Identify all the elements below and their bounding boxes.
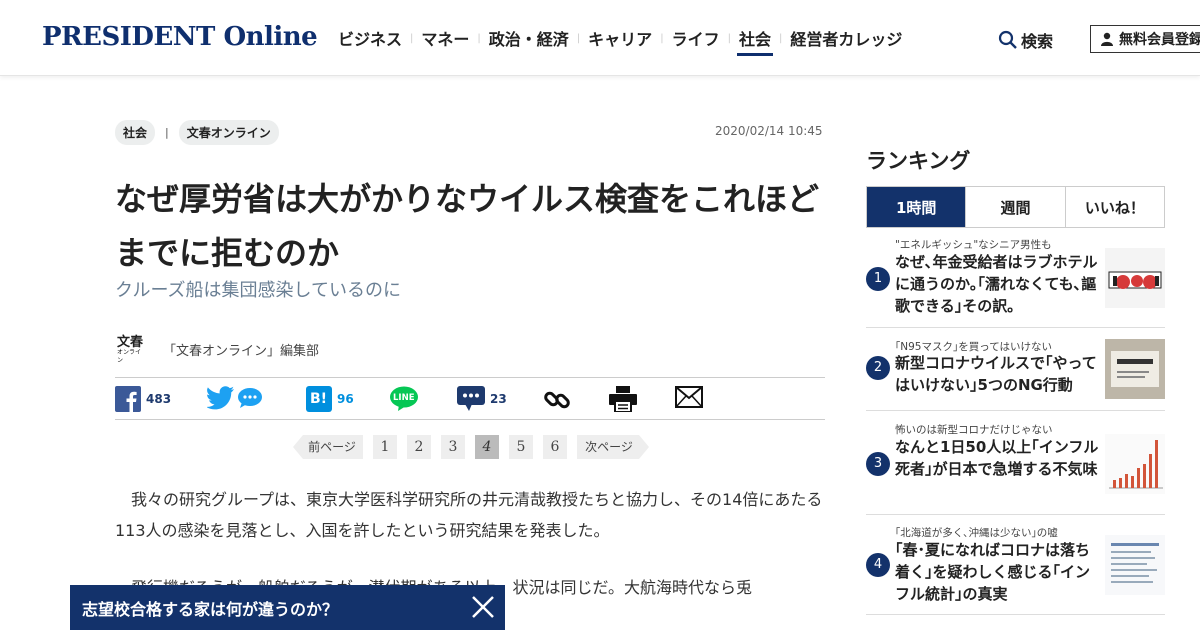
site-logo[interactable]: PRESIDENT Online xyxy=(42,22,318,52)
search-icon xyxy=(998,30,1017,49)
rank-kicker: "エネルギッシュ"なシニア男性も xyxy=(895,239,1052,251)
line-share-button[interactable]: LINE xyxy=(389,386,419,412)
tab-1hour[interactable]: 1時間 xyxy=(867,187,966,227)
hotel-sign-image xyxy=(1105,248,1165,308)
nav-item-politics-economy[interactable]: 政治・経済 xyxy=(481,0,577,76)
rank-headline: ｢春･夏になればコロナは落ち着く｣を疑わしく感じる｢インフル統計｣の真実 xyxy=(895,541,1091,603)
next-page-button[interactable]: 次ページ xyxy=(577,435,649,459)
speech-bubble-icon xyxy=(238,388,262,408)
hatena-count: 96 xyxy=(337,392,354,406)
hatena-label: B! xyxy=(310,391,328,407)
article-subtitle: クルーズ船は集団感染しているのに xyxy=(115,280,402,301)
comment-button[interactable]: 23 xyxy=(457,386,507,412)
closed-sign-image xyxy=(1105,339,1165,399)
user-icon xyxy=(1101,32,1113,46)
author-block: 文春 オンライン 「文春オンライン」編集部 xyxy=(117,335,319,364)
page-link[interactable]: 2 xyxy=(407,435,431,459)
facebook-share-button[interactable]: 483 xyxy=(115,386,171,412)
tab-weekly[interactable]: 週間 xyxy=(965,187,1064,227)
facebook-count: 483 xyxy=(146,392,172,406)
print-button[interactable] xyxy=(609,386,637,412)
nav-item-career[interactable]: キャリア xyxy=(580,0,660,76)
rank-kicker: ｢北海道が多く､沖縄は少ない｣の嘘 xyxy=(895,527,1058,539)
nav-item-executive-college[interactable]: 経営者カレッジ xyxy=(782,0,910,76)
page-link[interactable]: 6 xyxy=(543,435,567,459)
line-label: LINE xyxy=(393,393,415,403)
page-link[interactable]: 5 xyxy=(509,435,533,459)
register-button[interactable]: 無料会員登録 xyxy=(1090,25,1200,53)
promo-banner[interactable]: 志望校合格する家は何が違うのか？ xyxy=(70,585,505,630)
page-link[interactable]: 3 xyxy=(441,435,465,459)
rank-kicker: 怖いのは新型コロナだけじゃない xyxy=(895,424,1053,436)
ranking-item[interactable]: 1 "エネルギッシュ"なシニア男性も なぜ､年金受給者はラブホテルに通うのか｡｢… xyxy=(866,230,1165,328)
rank-headline: なんと1日50人以上｢インフル死者｣が日本で急増する不気味 xyxy=(895,438,1099,478)
prev-page-button[interactable]: 前ページ xyxy=(293,435,363,459)
article-paragraph: 我々の研究グループは、東京大学医科学研究所の井元清哉教授たちと協力し、その14倍… xyxy=(115,490,823,540)
nav-item-society[interactable]: 社会 xyxy=(731,0,779,76)
author-logo-top: 文春 xyxy=(117,335,144,350)
copy-link-button[interactable] xyxy=(543,386,571,414)
rank-thumbnail xyxy=(1105,339,1165,399)
printer-icon xyxy=(609,386,637,412)
twitter-icon xyxy=(207,386,234,410)
site-header: PRESIDENT Online ビジネス | マネー | 政治・経済 | キャ… xyxy=(0,0,1200,76)
ranking-item[interactable]: 2 ｢N95マスク｣を買ってはいけない 新型コロナウイルスで｢やってはいけない｣… xyxy=(866,328,1165,411)
rank-headline: 新型コロナウイルスで｢やってはいけない｣5つのNG行動 xyxy=(895,354,1097,394)
mail-icon xyxy=(675,386,703,408)
rank-thumbnail xyxy=(1105,535,1165,595)
rank-headline: なぜ､年金受給者はラブホテルに通うのか｡｢濡れなくても､謳歌できる｣その訳｡ xyxy=(895,253,1098,315)
facebook-icon xyxy=(115,386,141,412)
page-link-current: 4 xyxy=(475,435,499,459)
ranking-tabs: 1時間 週間 いいね！ xyxy=(866,186,1165,228)
page-link[interactable]: 1 xyxy=(373,435,397,459)
comment-count: 23 xyxy=(490,392,507,406)
rank-number: 2 xyxy=(866,356,890,380)
search-button[interactable]: 検索 xyxy=(998,28,1053,52)
rank-thumbnail xyxy=(1105,434,1165,494)
search-label: 検索 xyxy=(1021,32,1054,51)
article-title: なぜ厚労省は大がかりなウイルス検査をこれほどまでに拒むのか xyxy=(115,180,820,272)
pagination: 前ページ 1 2 3 4 5 6 次ページ xyxy=(293,435,649,459)
rank-number: 4 xyxy=(866,553,890,577)
link-icon xyxy=(544,391,570,409)
promo-banner-text: 志望校合格する家は何が違うのか？ xyxy=(82,599,339,619)
twitter-share-button[interactable] xyxy=(207,386,263,410)
tag-separator: | xyxy=(165,126,169,139)
ranking-heading: ランキング xyxy=(866,149,971,173)
main-nav: ビジネス | マネー | 政治・経済 | キャリア | ライフ | 社会 | 経… xyxy=(330,0,910,76)
tab-likes[interactable]: いいね！ xyxy=(1064,187,1164,227)
bar-graph-image xyxy=(1105,434,1165,494)
share-bar: 483 B! 96 LINE 23 xyxy=(115,377,825,420)
ranking-item[interactable]: 3 怖いのは新型コロナだけじゃない なんと1日50人以上｢インフル死者｣が日本で… xyxy=(866,411,1165,515)
ranking-item[interactable]: 4 ｢北海道が多く､沖縄は少ない｣の嘘 ｢春･夏になればコロナは落ち着く｣を疑わ… xyxy=(866,515,1165,615)
author-logo[interactable]: 文春 オンライン xyxy=(117,335,144,364)
source-tag[interactable]: 文春オンライン xyxy=(178,120,279,145)
author-logo-bottom: オンライン xyxy=(117,349,142,364)
rank-number: 3 xyxy=(866,452,890,476)
comment-icon xyxy=(457,386,485,411)
hatena-bookmark-button[interactable]: B! 96 xyxy=(306,386,354,412)
category-tag[interactable]: 社会 xyxy=(115,120,156,145)
nav-item-business[interactable]: ビジネス xyxy=(330,0,410,76)
data-table-image xyxy=(1105,535,1165,595)
close-icon[interactable] xyxy=(469,593,497,621)
ranking-list: 1 "エネルギッシュ"なシニア男性も なぜ､年金受給者はラブホテルに通うのか｡｢… xyxy=(866,230,1165,615)
email-share-button[interactable] xyxy=(675,386,703,408)
rank-number: 1 xyxy=(866,267,890,291)
rank-thumbnail xyxy=(1105,248,1165,308)
register-label: 無料会員登録 xyxy=(1119,32,1200,48)
author-name[interactable]: 「文春オンライン」編集部 xyxy=(163,340,319,359)
nav-item-life[interactable]: ライフ xyxy=(664,0,728,76)
article-tags: 社会 | 文春オンライン xyxy=(115,120,279,145)
nav-item-money[interactable]: マネー xyxy=(413,0,477,76)
publish-date: 2020/02/14 10:45 xyxy=(715,124,823,138)
